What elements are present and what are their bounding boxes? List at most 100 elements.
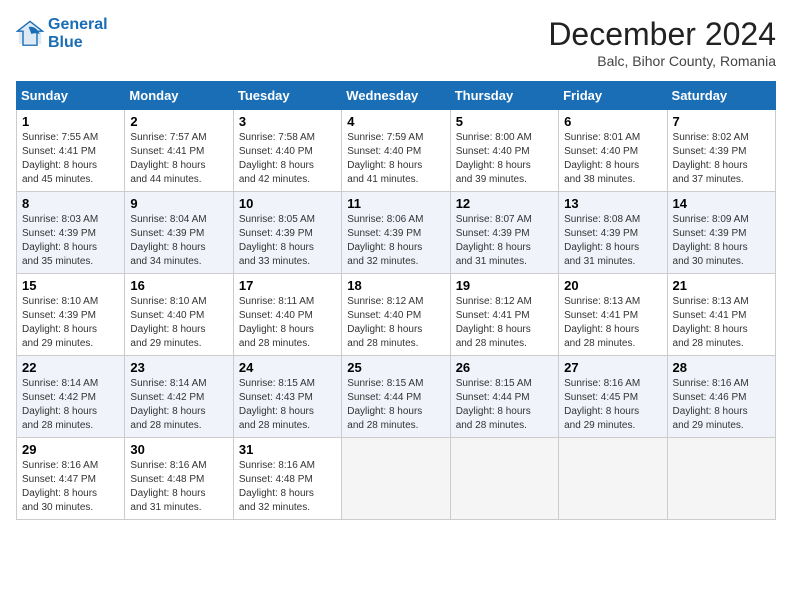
day-info: Sunrise: 8:06 AMSunset: 4:39 PMDaylight:… [347, 213, 444, 269]
calendar-week-row: 1 Sunrise: 7:55 AMSunset: 4:41 PMDaylight… [17, 110, 776, 192]
day-number: 27 [564, 360, 661, 375]
day-number: 30 [130, 442, 227, 457]
logo: General Blue [16, 16, 108, 52]
calendar-day-cell: 27 Sunrise: 8:16 AMSunset: 4:45 PMDayligh… [559, 356, 667, 438]
calendar-day-cell: 1 Sunrise: 7:55 AMSunset: 4:41 PMDaylight… [17, 110, 125, 192]
calendar-day-cell: 9Sunrise: 8:04 AMSunset: 4:39 PMDaylight… [125, 192, 233, 274]
day-info: Sunrise: 8:13 AMSunset: 4:41 PMDaylight:… [673, 295, 770, 351]
day-of-week-header: Wednesday [342, 82, 450, 110]
day-of-week-header: Sunday [17, 82, 125, 110]
day-number: 23 [130, 360, 227, 375]
calendar-table: SundayMondayTuesdayWednesdayThursdayFrid… [16, 81, 776, 520]
calendar-week-row: 8 Sunrise: 8:03 AMSunset: 4:39 PMDaylight… [17, 192, 776, 274]
page-header: General Blue December 2024 Balc, Bihor C… [16, 16, 776, 69]
day-number: 10 [239, 196, 336, 211]
day-info: Sunrise: 7:58 AMSunset: 4:40 PMDaylight:… [239, 131, 336, 187]
day-info: Sunrise: 7:55 AMSunset: 4:41 PMDaylight:… [22, 131, 119, 187]
calendar-day-cell: 29 Sunrise: 8:16 AMSunset: 4:47 PMDayligh… [17, 438, 125, 520]
day-number: 21 [673, 278, 770, 293]
day-info: Sunrise: 7:59 AMSunset: 4:40 PMDaylight:… [347, 131, 444, 187]
day-number: 12 [456, 196, 553, 211]
day-number: 25 [347, 360, 444, 375]
day-of-week-header: Tuesday [233, 82, 341, 110]
day-info: Sunrise: 8:16 AMSunset: 4:46 PMDaylight:… [673, 377, 770, 433]
calendar-day-cell: 31 Sunrise: 8:16 AMSunset: 4:48 PMDayligh… [233, 438, 341, 520]
day-info: Sunrise: 8:11 AMSunset: 4:40 PMDaylight:… [239, 295, 336, 351]
day-number: 5 [456, 114, 553, 129]
day-info: Sunrise: 8:02 AMSunset: 4:39 PMDaylight:… [673, 131, 770, 187]
day-number: 4 [347, 114, 444, 129]
calendar-day-cell: 5 Sunrise: 8:00 AMSunset: 4:40 PMDaylight… [450, 110, 558, 192]
day-number: 31 [239, 442, 336, 457]
day-info: Sunrise: 8:03 AMSunset: 4:39 PMDaylight:… [22, 213, 119, 269]
calendar-day-cell [667, 438, 775, 520]
day-info: Sunrise: 8:15 AMSunset: 4:44 PMDaylight:… [456, 377, 553, 433]
day-of-week-header: Monday [125, 82, 233, 110]
day-number: 28 [673, 360, 770, 375]
day-info: Sunrise: 8:10 AMSunset: 4:39 PMDaylight:… [22, 295, 119, 351]
day-of-week-header: Saturday [667, 82, 775, 110]
calendar-day-cell: 22Sunrise: 8:14 AMSunset: 4:42 PMDayligh… [17, 356, 125, 438]
day-of-week-header: Thursday [450, 82, 558, 110]
calendar-day-cell: 8 Sunrise: 8:03 AMSunset: 4:39 PMDaylight… [17, 192, 125, 274]
calendar-day-cell: 2 Sunrise: 7:57 AMSunset: 4:41 PMDaylight… [125, 110, 233, 192]
day-info: Sunrise: 8:14 AMSunset: 4:42 PMDaylight:… [130, 377, 227, 433]
day-number: 24 [239, 360, 336, 375]
calendar-day-cell: 30 Sunrise: 8:16 AMSunset: 4:48 PMDayligh… [125, 438, 233, 520]
location: Balc, Bihor County, Romania [548, 53, 776, 69]
day-info: Sunrise: 8:08 AMSunset: 4:39 PMDaylight:… [564, 213, 661, 269]
day-number: 2 [130, 114, 227, 129]
day-number: 29 [22, 442, 119, 457]
day-info: Sunrise: 8:09 AMSunset: 4:39 PMDaylight:… [673, 213, 770, 269]
logo-text: General Blue [48, 16, 108, 52]
day-number: 15 [22, 278, 119, 293]
day-info: Sunrise: 8:16 AMSunset: 4:45 PMDaylight:… [564, 377, 661, 433]
calendar-day-cell: 25 Sunrise: 8:15 AMSunset: 4:44 PMDayligh… [342, 356, 450, 438]
day-info: Sunrise: 8:15 AMSunset: 4:44 PMDaylight:… [347, 377, 444, 433]
title-block: December 2024 Balc, Bihor County, Romani… [548, 16, 776, 69]
logo-icon [16, 20, 44, 48]
day-number: 22 [22, 360, 119, 375]
day-number: 14 [673, 196, 770, 211]
calendar-day-cell: 6Sunrise: 8:01 AMSunset: 4:40 PMDaylight… [559, 110, 667, 192]
day-number: 8 [22, 196, 119, 211]
day-of-week-header: Friday [559, 82, 667, 110]
day-number: 17 [239, 278, 336, 293]
calendar-day-cell [450, 438, 558, 520]
calendar-header-row: SundayMondayTuesdayWednesdayThursdayFrid… [17, 82, 776, 110]
day-number: 13 [564, 196, 661, 211]
calendar-day-cell: 16 Sunrise: 8:10 AMSunset: 4:40 PMDayligh… [125, 274, 233, 356]
calendar-day-cell: 21 Sunrise: 8:13 AMSunset: 4:41 PMDayligh… [667, 274, 775, 356]
calendar-day-cell: 28 Sunrise: 8:16 AMSunset: 4:46 PMDayligh… [667, 356, 775, 438]
day-info: Sunrise: 7:57 AMSunset: 4:41 PMDaylight:… [130, 131, 227, 187]
day-number: 19 [456, 278, 553, 293]
calendar-day-cell [342, 438, 450, 520]
day-info: Sunrise: 8:16 AMSunset: 4:48 PMDaylight:… [130, 459, 227, 515]
calendar-day-cell: 14 Sunrise: 8:09 AMSunset: 4:39 PMDayligh… [667, 192, 775, 274]
day-info: Sunrise: 8:00 AMSunset: 4:40 PMDaylight:… [456, 131, 553, 187]
day-info: Sunrise: 8:16 AMSunset: 4:48 PMDaylight:… [239, 459, 336, 515]
day-info: Sunrise: 8:10 AMSunset: 4:40 PMDaylight:… [130, 295, 227, 351]
calendar-day-cell: 23 Sunrise: 8:14 AMSunset: 4:42 PMDayligh… [125, 356, 233, 438]
calendar-day-cell: 18Sunrise: 8:12 AMSunset: 4:40 PMDayligh… [342, 274, 450, 356]
day-info: Sunrise: 8:16 AMSunset: 4:47 PMDaylight:… [22, 459, 119, 515]
calendar-day-cell: 17 Sunrise: 8:11 AMSunset: 4:40 PMDayligh… [233, 274, 341, 356]
calendar-day-cell: 11Sunrise: 8:06 AMSunset: 4:39 PMDayligh… [342, 192, 450, 274]
calendar-week-row: 15 Sunrise: 8:10 AMSunset: 4:39 PMDayligh… [17, 274, 776, 356]
day-info: Sunrise: 8:05 AMSunset: 4:39 PMDaylight:… [239, 213, 336, 269]
day-number: 16 [130, 278, 227, 293]
calendar-day-cell: 26Sunrise: 8:15 AMSunset: 4:44 PMDayligh… [450, 356, 558, 438]
calendar-day-cell: 24Sunrise: 8:15 AMSunset: 4:43 PMDayligh… [233, 356, 341, 438]
day-number: 3 [239, 114, 336, 129]
calendar-day-cell: 10 Sunrise: 8:05 AMSunset: 4:39 PMDayligh… [233, 192, 341, 274]
day-number: 6 [564, 114, 661, 129]
day-number: 20 [564, 278, 661, 293]
calendar-day-cell: 3 Sunrise: 7:58 AMSunset: 4:40 PMDaylight… [233, 110, 341, 192]
calendar-day-cell: 13 Sunrise: 8:08 AMSunset: 4:39 PMDayligh… [559, 192, 667, 274]
day-number: 1 [22, 114, 119, 129]
calendar-day-cell: 4 Sunrise: 7:59 AMSunset: 4:40 PMDaylight… [342, 110, 450, 192]
calendar-day-cell: 20Sunrise: 8:13 AMSunset: 4:41 PMDayligh… [559, 274, 667, 356]
day-info: Sunrise: 8:07 AMSunset: 4:39 PMDaylight:… [456, 213, 553, 269]
calendar-day-cell: 15 Sunrise: 8:10 AMSunset: 4:39 PMDayligh… [17, 274, 125, 356]
day-number: 7 [673, 114, 770, 129]
